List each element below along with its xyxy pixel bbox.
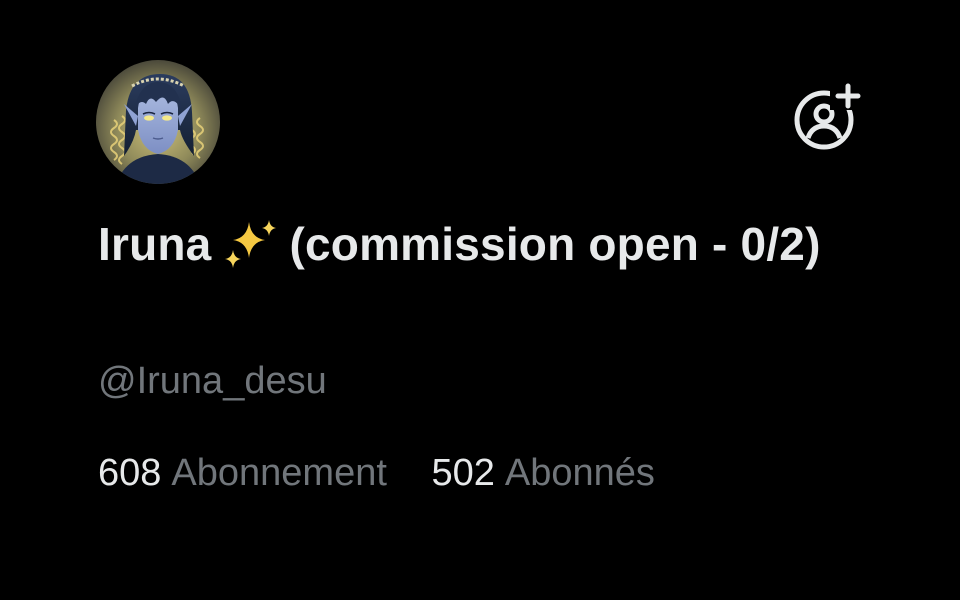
following-count: 608 xyxy=(98,452,162,494)
display-name-suffix: (commission open - 0/2) xyxy=(289,218,821,270)
profile-header: Iruna (commission open - 0/2) @Iruna_des… xyxy=(0,0,960,600)
followers-label: Abonnés xyxy=(504,452,655,494)
follow-stats: 608 Abonnement 502 Abonnés xyxy=(98,448,689,498)
display-name: Iruna (commission open - 0/2) xyxy=(98,212,858,276)
sparkles-icon xyxy=(225,220,277,268)
display-name-prefix: Iruna xyxy=(98,218,212,270)
avatar-illustration-icon xyxy=(96,60,220,184)
follow-button[interactable] xyxy=(790,82,866,152)
followers-link[interactable]: 502 Abonnés xyxy=(431,448,654,498)
person-plus-icon xyxy=(794,83,861,150)
user-handle: @Iruna_desu xyxy=(98,360,327,402)
following-link[interactable]: 608 Abonnement xyxy=(98,448,387,498)
profile-avatar[interactable] xyxy=(96,60,220,184)
followers-count: 502 xyxy=(431,452,495,494)
following-label: Abonnement xyxy=(171,452,387,494)
